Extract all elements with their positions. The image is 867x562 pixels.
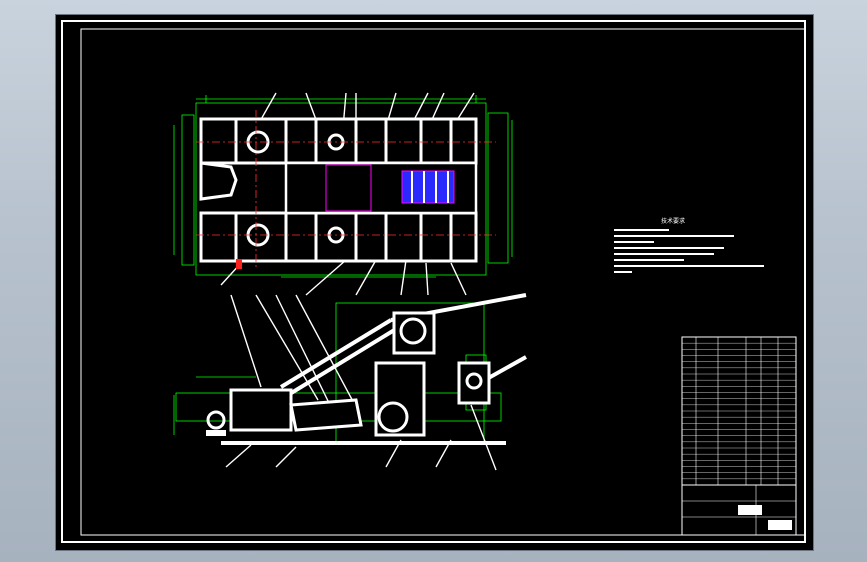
bom-table [681, 336, 797, 536]
title-block-name [768, 520, 792, 530]
notes-text-lines [614, 229, 764, 273]
frame-upper-rail [199, 117, 478, 165]
side-body [229, 311, 491, 437]
side-view [173, 293, 527, 471]
cad-viewport[interactable]: 技术要求 [55, 14, 814, 551]
frame-lower-rail [199, 211, 478, 263]
highlight-section [401, 170, 455, 204]
plan-view [173, 92, 513, 296]
cad-drawing: 技术要求 [61, 20, 806, 543]
plan-marker [236, 259, 242, 269]
frame-left-end [199, 161, 238, 201]
title-block-logo [738, 505, 762, 515]
notes-title: 技术要求 [661, 217, 685, 225]
technical-notes: 技术要求 [614, 217, 764, 273]
